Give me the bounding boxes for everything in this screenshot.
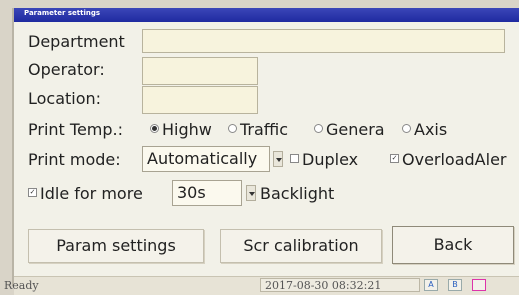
print-mode-value: Automatically <box>147 149 258 168</box>
overload-alert-checkbox[interactable]: ✓ OverloadAler <box>390 150 507 169</box>
param-settings-button[interactable]: Param settings <box>28 229 204 263</box>
window-title: Parameter settings <box>24 9 101 17</box>
checkbox-checked-icon: ✓ <box>28 188 37 197</box>
tray-b-icon[interactable]: B <box>448 279 462 291</box>
radio-selected-icon <box>150 124 159 133</box>
radio-icon <box>402 124 411 133</box>
location-label: Location: <box>28 89 102 108</box>
print-temp-label: Print Temp.: <box>28 120 124 139</box>
title-bar: Parameter settings <box>14 8 519 22</box>
duplex-checkbox[interactable]: Duplex <box>290 150 358 169</box>
print-mode-dropdown-arrow-icon[interactable] <box>273 151 283 167</box>
scr-calibration-button[interactable]: Scr calibration <box>220 229 382 263</box>
parameter-settings-window: Parameter settings Department Operator: … <box>4 8 519 295</box>
backlight-label: Backlight <box>260 184 335 203</box>
print-temp-option-highway[interactable]: Highw <box>150 120 212 139</box>
operator-field[interactable] <box>142 57 258 85</box>
idle-checkbox[interactable]: ✓ Idle for more <box>28 184 143 203</box>
department-field[interactable] <box>142 29 505 53</box>
department-label: Department <box>28 32 125 51</box>
idle-dropdown-arrow-icon[interactable] <box>246 185 256 201</box>
datetime-panel: 2017-08-30 08:32:21 <box>260 278 420 292</box>
print-mode-select[interactable]: Automatically <box>142 146 270 172</box>
operator-label: Operator: <box>28 60 105 79</box>
idle-duration-select[interactable]: 30s <box>172 180 242 206</box>
checkbox-checked-icon: ✓ <box>390 154 399 163</box>
print-temp-option-traffic[interactable]: Traffic <box>228 120 288 139</box>
print-mode-label: Print mode: <box>28 150 121 169</box>
radio-icon <box>228 124 237 133</box>
radio-icon <box>314 124 323 133</box>
print-temp-option-general[interactable]: Genera <box>314 120 385 139</box>
back-button[interactable]: Back <box>392 226 514 264</box>
idle-duration-value: 30s <box>177 183 206 202</box>
print-temp-option-axis[interactable]: Axis <box>402 120 447 139</box>
tray-extra-icon[interactable] <box>472 279 486 291</box>
location-field[interactable] <box>142 86 258 114</box>
checkbox-icon <box>290 154 299 163</box>
tray-a-icon[interactable]: A <box>424 279 438 291</box>
